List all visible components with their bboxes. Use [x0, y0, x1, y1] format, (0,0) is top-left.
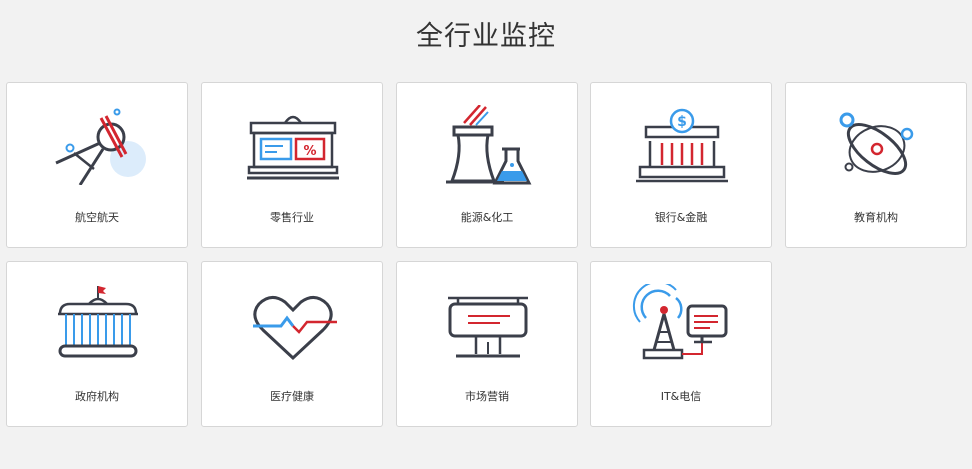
industry-label: 银行&金融: [654, 211, 708, 224]
industry-card-energy-chemical[interactable]: 能源&化工: [396, 82, 578, 248]
industry-label: 政府机构: [75, 390, 119, 403]
heart-pulse-icon: [243, 284, 343, 364]
industry-card-it-telecom[interactable]: IT&电信: [590, 261, 772, 427]
industry-card-aerospace[interactable]: 航空航天: [6, 82, 188, 248]
industry-label: 能源&化工: [460, 211, 514, 224]
industry-card-education[interactable]: 教育机构: [785, 82, 967, 248]
factory-flask-icon: [438, 105, 538, 185]
industry-label: 医疗健康: [270, 390, 314, 403]
industry-label: IT&电信: [660, 390, 702, 403]
billboard-icon: [438, 284, 538, 364]
government-building-icon: [48, 284, 148, 364]
industry-card-marketing[interactable]: 市场营销: [396, 261, 578, 427]
store-icon: %: [243, 105, 343, 185]
industry-card-government[interactable]: 政府机构: [6, 261, 188, 427]
industry-label: 零售行业: [270, 211, 314, 224]
industry-card-retail[interactable]: % 零售行业: [201, 82, 383, 248]
antenna-monitor-icon: [632, 284, 732, 364]
bank-icon: $: [632, 105, 732, 185]
svg-text:$: $: [677, 114, 687, 130]
svg-text:%: %: [303, 144, 316, 159]
industry-monitoring-page: 全行业监控 航空航天 % 零售行业 能源&化工 $ 银行&金融 教育机构 政府机…: [0, 0, 972, 469]
atom-icon: [827, 105, 927, 185]
industry-label: 航空航天: [75, 211, 119, 224]
industry-card-healthcare[interactable]: 医疗健康: [201, 261, 383, 427]
industry-label: 市场营销: [465, 390, 509, 403]
industry-label: 教育机构: [854, 211, 898, 224]
industry-card-banking-finance[interactable]: $ 银行&金融: [590, 82, 772, 248]
page-title: 全行业监控: [416, 21, 556, 52]
satellite-icon: [48, 105, 148, 185]
